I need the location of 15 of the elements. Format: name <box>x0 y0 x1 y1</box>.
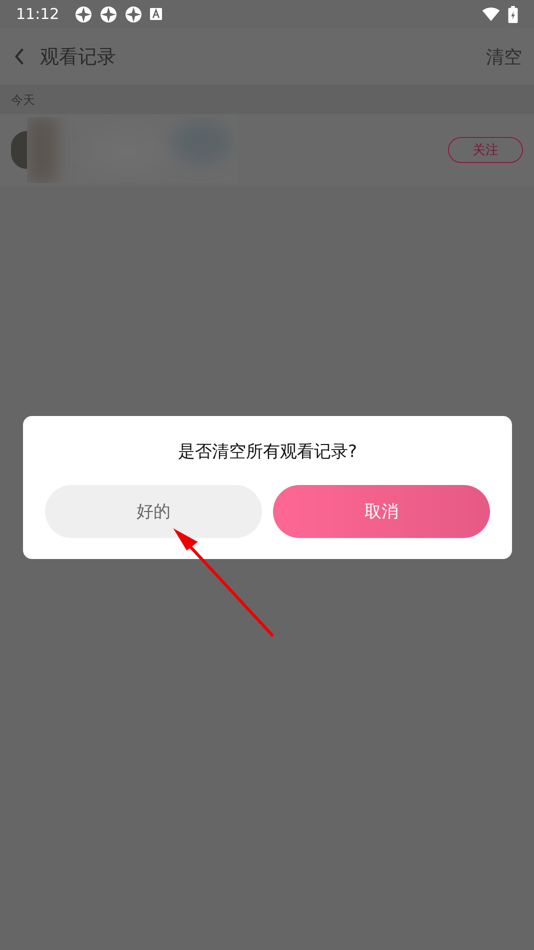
cancel-button[interactable]: 取消 <box>273 485 490 538</box>
app-notification-icon <box>100 6 118 22</box>
back-icon[interactable] <box>14 47 25 66</box>
app-notification-icon <box>125 6 142 22</box>
notification-icon <box>150 8 162 20</box>
clear-link[interactable]: 清空 <box>486 44 522 68</box>
avatar[interactable] <box>11 131 27 169</box>
page-title: 观看记录 <box>40 44 116 70</box>
battery-icon <box>508 6 518 22</box>
follow-button[interactable]: 关注 <box>448 137 523 163</box>
app-notification-icon <box>75 6 92 22</box>
confirm-button[interactable]: 好的 <box>45 485 262 538</box>
dialog-message: 是否清空所有观看记录? <box>176 441 358 463</box>
wifi-icon <box>482 7 500 21</box>
status-time: 11:12 <box>16 5 60 23</box>
